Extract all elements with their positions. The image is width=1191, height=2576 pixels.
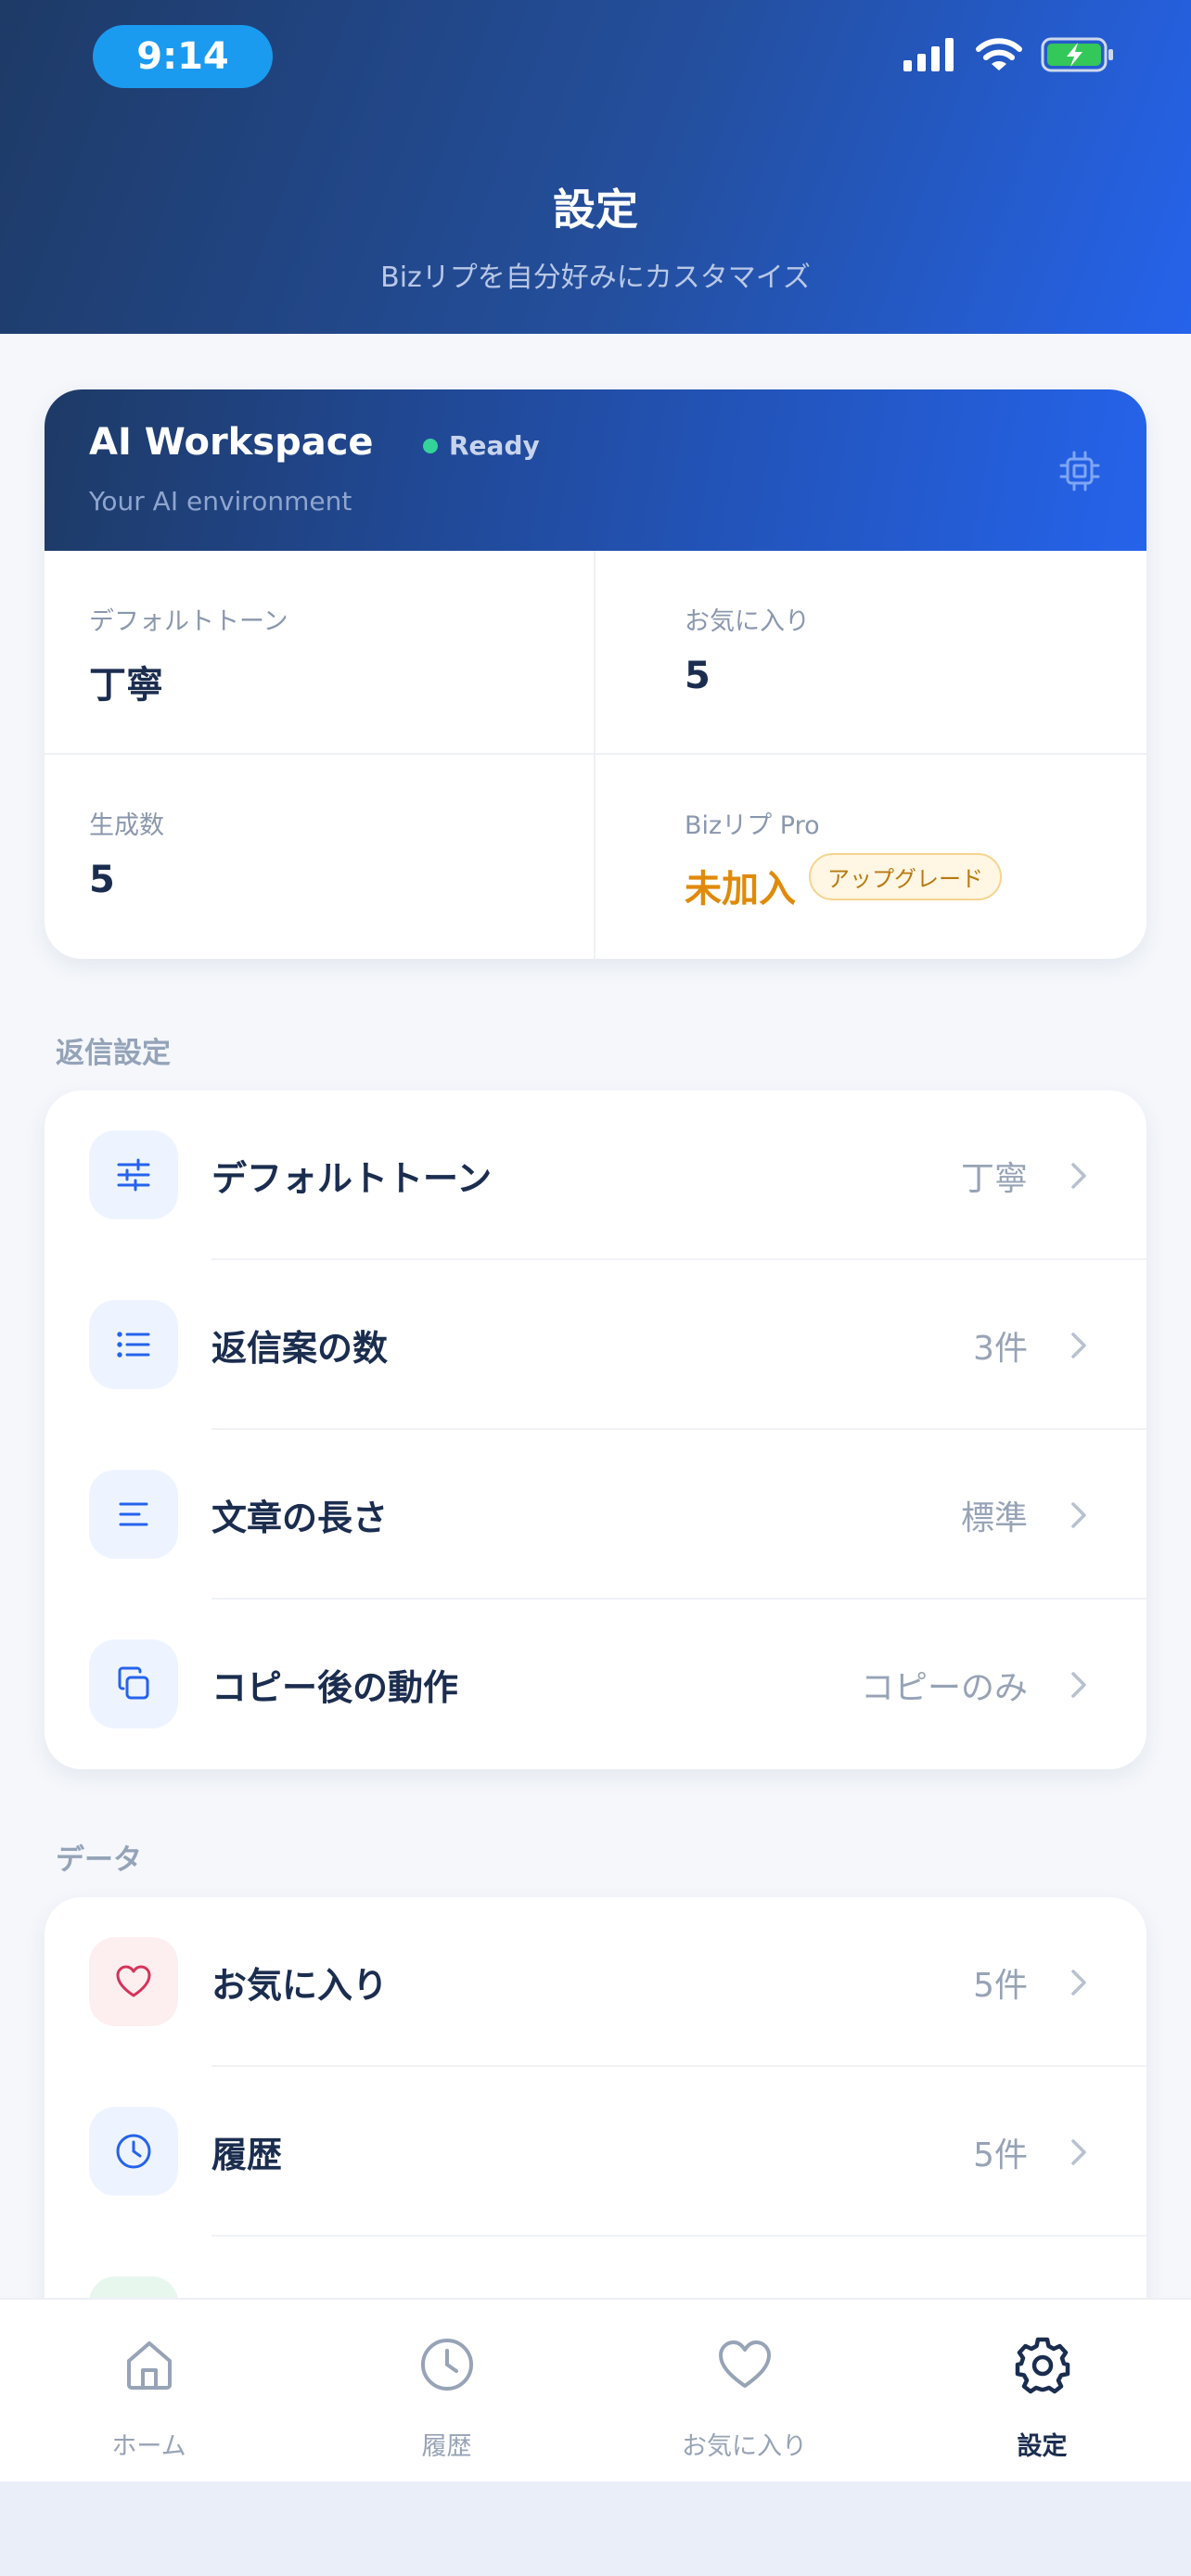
copy-icon <box>89 1639 178 1728</box>
stat-value: 5 <box>89 859 115 901</box>
stat-generated-count: 生成数 5 <box>45 755 596 959</box>
wifi-icon <box>976 37 1022 76</box>
tab-label: お気に入り <box>682 2432 807 2461</box>
stat-label: Bizリプ Pro <box>685 811 820 840</box>
setting-label: 返信案の数 <box>211 1328 389 1369</box>
ready-label: Ready <box>449 430 540 461</box>
reply-settings-card: デフォルトトーン 丁寧 返信案の数 3件 文章の長さ 標準 コピー後の動作 コピ… <box>45 1090 1146 1769</box>
setting-value: 丁寧 <box>960 1160 1028 1198</box>
heart-icon <box>596 2335 893 2394</box>
text-lines-icon <box>89 1470 178 1559</box>
tab-favorites[interactable]: お気に入り <box>596 2300 893 2481</box>
setting-row-after-copy[interactable]: コピー後の動作 コピーのみ <box>45 1600 1146 1769</box>
tab-label: ホーム <box>111 2432 186 2461</box>
setting-value: コピーのみ <box>860 1669 1028 1707</box>
ai-workspace-title: AI Workspace <box>89 421 374 464</box>
tab-label: 履歴 <box>421 2432 472 2461</box>
setting-row-default-tone[interactable]: デフォルトトーン 丁寧 <box>45 1090 1146 1260</box>
setting-label: 文章の長さ <box>211 1498 389 1538</box>
setting-label: デフォルトトーン <box>211 1158 493 1199</box>
clock-icon <box>298 2335 596 2394</box>
setting-label: コピー後の動作 <box>211 1667 459 1708</box>
tab-settings[interactable]: 設定 <box>893 2300 1191 2481</box>
tab-bar: ホーム 履歴 お気に入り 設定 <box>0 2298 1191 2481</box>
signal-icon <box>903 38 957 75</box>
setting-row-reply-count[interactable]: 返信案の数 3件 <box>45 1260 1146 1430</box>
chevron-right-icon <box>1069 2134 1091 2174</box>
battery-icon <box>1041 37 1115 76</box>
chevron-right-icon <box>1069 1497 1091 1537</box>
tab-history[interactable]: 履歴 <box>298 2300 596 2481</box>
list-icon <box>89 1300 178 1389</box>
status-time: 9:14 <box>93 25 273 88</box>
data-value: 5件 <box>973 2136 1028 2174</box>
stat-label: 生成数 <box>89 811 164 840</box>
upgrade-badge[interactable]: アップグレード <box>809 853 1002 900</box>
data-row-history[interactable]: 履歴 5件 <box>45 2067 1146 2237</box>
setting-row-text-length[interactable]: 文章の長さ 標準 <box>45 1430 1146 1600</box>
chip-icon <box>1057 449 1102 497</box>
stat-value: 5 <box>685 655 711 697</box>
chevron-right-icon <box>1069 1327 1091 1368</box>
pro-status-value: 未加入 <box>685 868 796 911</box>
chevron-right-icon <box>1069 1964 1091 2005</box>
data-value: 5件 <box>973 1967 1028 2005</box>
tab-home[interactable]: ホーム <box>0 2300 298 2481</box>
chevron-right-icon <box>1069 1157 1091 1198</box>
setting-value: 3件 <box>973 1330 1028 1368</box>
stat-default-tone: デフォルトトーン 丁寧 <box>45 551 596 755</box>
stat-label: デフォルトトーン <box>89 607 288 636</box>
home-icon <box>0 2335 298 2394</box>
status-icons <box>903 37 1115 76</box>
status-dot <box>423 438 438 453</box>
data-label: 履歴 <box>211 2135 283 2175</box>
ai-workspace-subtitle: Your AI environment <box>89 486 352 516</box>
stat-value: 丁寧 <box>89 664 163 707</box>
heart-icon <box>89 1937 178 2026</box>
stat-pro: Bizリプ Pro 未加入 アップグレード <box>596 755 1146 959</box>
setting-value: 標準 <box>960 1499 1028 1537</box>
ai-workspace-card: AI Workspace Ready Your AI environment デ <box>45 389 1146 959</box>
settings-screen: 9:14 設定 Bizリプを自分好みにカスタマイズ AI Workspace R… <box>0 0 1191 2481</box>
page-title: 設定 <box>553 185 638 235</box>
data-row-favorites[interactable]: お気に入り 5件 <box>45 1897 1146 2067</box>
chevron-right-icon <box>1069 1666 1091 1707</box>
data-label: お気に入り <box>211 1965 389 2006</box>
ready-status: Ready <box>423 430 540 461</box>
stat-favorites: お気に入り 5 <box>596 551 1146 755</box>
workspace-stats-grid: デフォルトトーン 丁寧 お気に入り 5 生成数 5 Bizリプ Pro 未加入 … <box>45 551 1146 959</box>
ai-workspace-header: AI Workspace Ready Your AI environment <box>45 389 1146 551</box>
reply-settings-section-label: 返信設定 <box>56 1037 171 1070</box>
header: 9:14 設定 Bizリプを自分好みにカスタマイズ <box>0 0 1191 334</box>
gear-icon <box>893 2335 1191 2394</box>
sliders-icon <box>89 1130 178 1219</box>
data-section-label: データ <box>56 1843 142 1877</box>
page-subtitle: Bizリプを自分好みにカスタマイズ <box>380 261 811 294</box>
stat-label: お気に入り <box>685 607 810 636</box>
clock-icon <box>89 2107 178 2196</box>
tab-label: 設定 <box>1017 2432 1068 2461</box>
